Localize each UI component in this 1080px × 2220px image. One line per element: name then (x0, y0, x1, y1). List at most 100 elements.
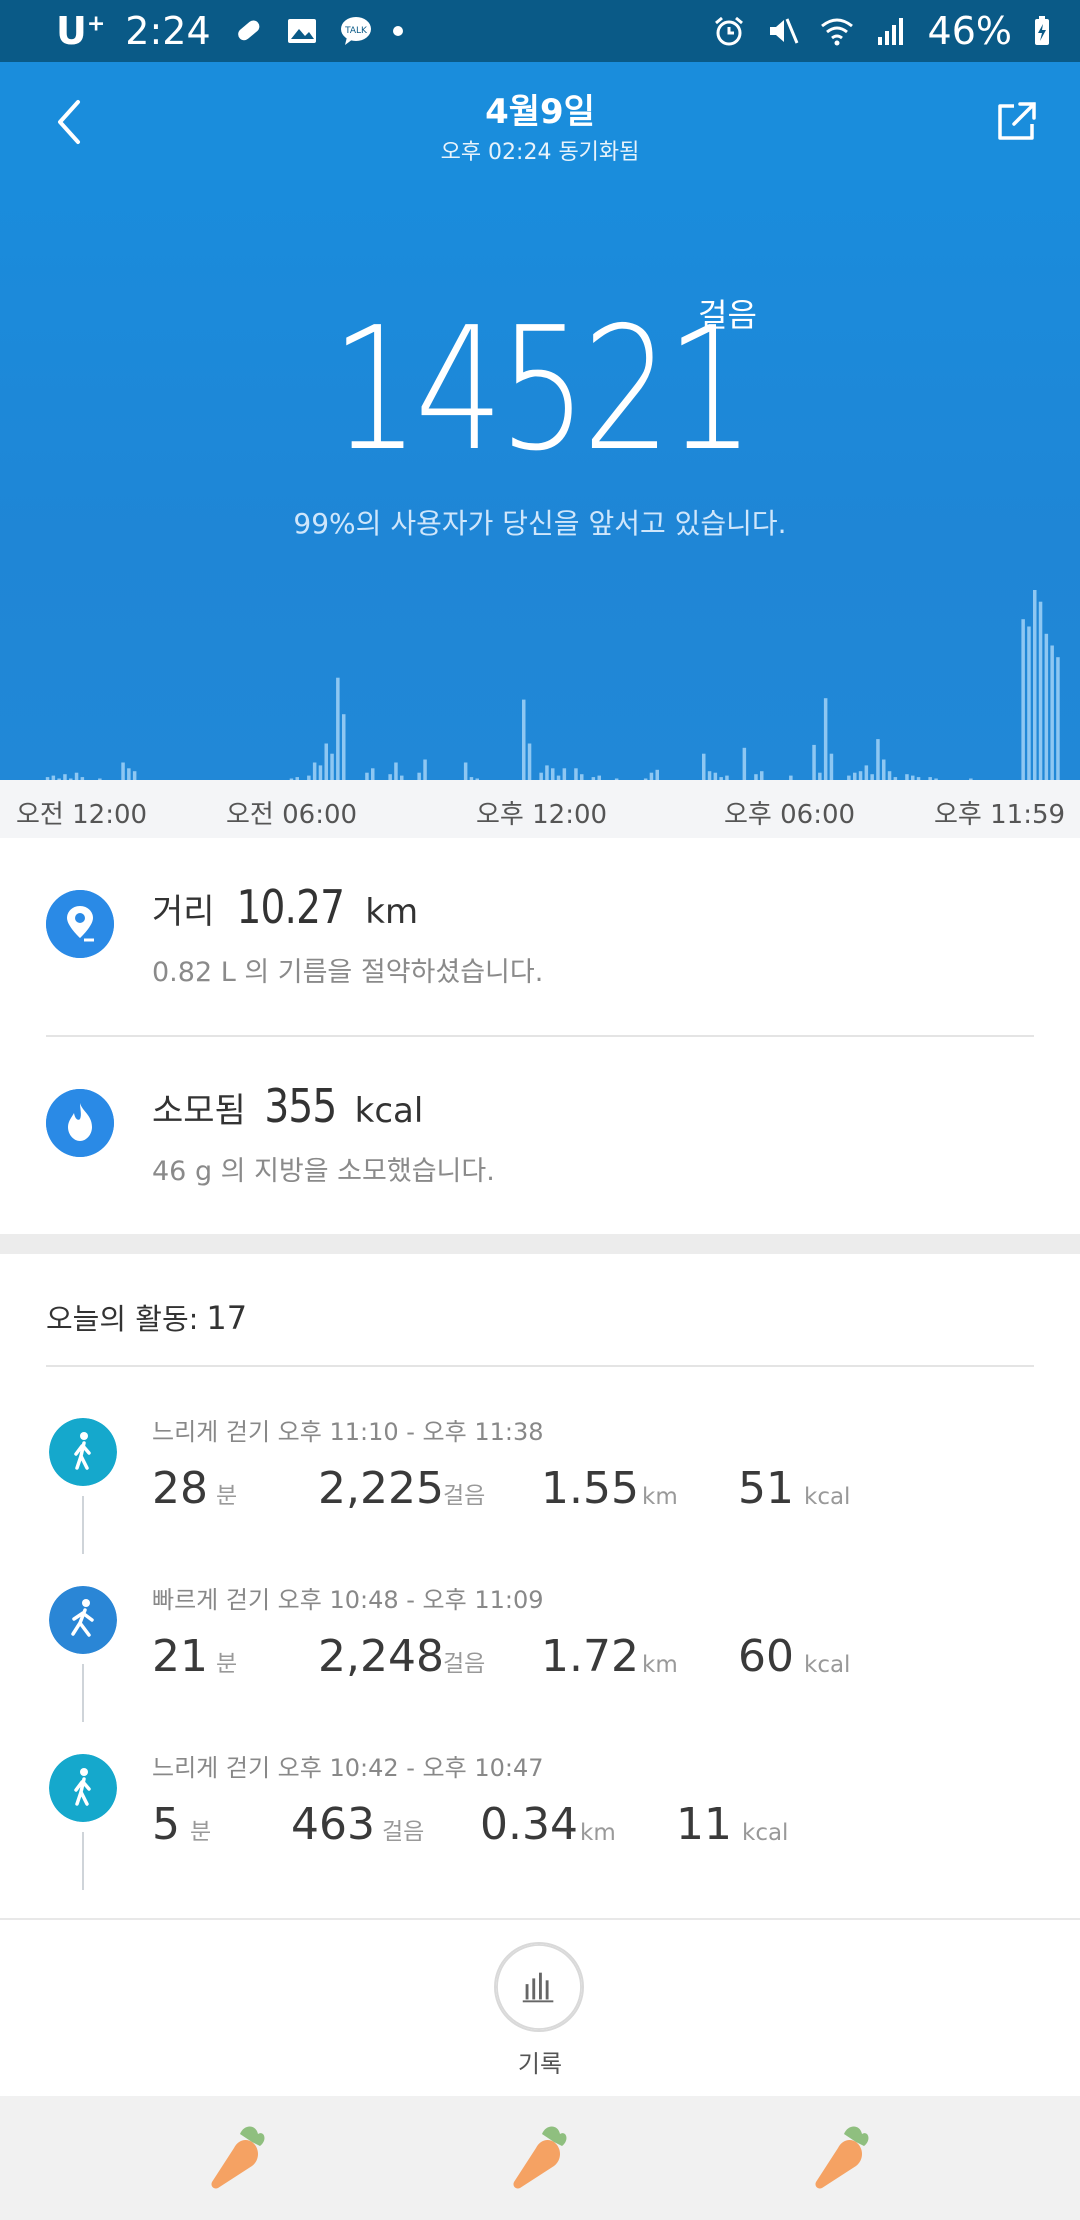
history-label[interactable]: 기록 (0, 2044, 1080, 2079)
share-icon[interactable] (994, 100, 1038, 144)
steps-count: 14521 (330, 291, 755, 489)
activities-header: 오늘의 활동: 17 (46, 1299, 248, 1337)
chart-bar (342, 714, 346, 780)
kcal-unit: kcal (804, 1652, 851, 1678)
steps-hero: 14521 걸음 99%의 사용자가 당신을 앞서고 있습니다. (0, 180, 1080, 780)
distance-value: 10.27 (236, 880, 345, 934)
page-title: 4월9일 (485, 92, 595, 132)
distance-label: 거리 (152, 892, 215, 932)
activity-time: 빠르게 걷기 오후 10:48 - 오후 11:09 (152, 1586, 544, 1614)
km-unit: km (642, 1652, 678, 1678)
chart-bar (1056, 657, 1060, 780)
activity-steps: 2,225 (318, 1463, 444, 1514)
chart-bar (551, 768, 555, 780)
section-separator (0, 1234, 1080, 1254)
activity-time: 느리게 걷기 오후 10:42 - 오후 10:47 (152, 1754, 544, 1782)
chart-bar (823, 698, 828, 780)
battery-percent: 46% (927, 9, 1012, 53)
chart-bar (858, 771, 863, 780)
activity-km: 1.55 (541, 1463, 639, 1514)
app-header: 4월9일 오후 02:24 동기화됨 (0, 62, 1080, 180)
notification-dot (392, 26, 403, 36)
activity-minutes: 5 (152, 1799, 180, 1850)
axis-tick: 오후 06:00 (724, 800, 856, 830)
minutes-unit: 분 (216, 1483, 238, 1509)
chart-bar (713, 772, 718, 780)
chart-bar (1038, 601, 1043, 780)
chart-bar (330, 753, 334, 780)
chart-bar (545, 765, 549, 780)
chart-bar (318, 765, 323, 780)
chart-bar (121, 762, 125, 780)
chart-bar (1044, 633, 1049, 780)
steps-unit: 걸음 (443, 1483, 486, 1509)
minutes-unit: 분 (216, 1651, 238, 1677)
alarm-icon (714, 16, 743, 46)
chart-bar (1033, 590, 1037, 780)
chart-bar (853, 772, 857, 780)
activity-minutes: 21 (152, 1631, 208, 1682)
chart-bar (760, 771, 764, 780)
carrot-icon[interactable] (804, 2118, 884, 2198)
signal-icon (877, 18, 903, 45)
activity-item[interactable]: 느리게 걷기 오후 11:10 - 오후 11:38 28 분 2,225 걸음… (0, 1398, 1080, 1566)
chart-bar (527, 743, 532, 780)
steps-unit: 걸음 (382, 1819, 425, 1845)
chart-bar (702, 753, 706, 780)
activities-count: 17 (206, 1299, 248, 1337)
activity-item[interactable]: 느리게 걷기 오후 10:42 - 오후 10:47 5 분 463 걸음 0.… (0, 1734, 1080, 1902)
calories-note: 46 g 의 지방을 소모했습니다. (152, 1156, 495, 1187)
chart-bar (463, 762, 468, 780)
chart-bar (371, 768, 375, 780)
gallery-icon (287, 19, 316, 43)
chart-bar (394, 762, 398, 780)
status-bar: U+ 2:24 TALK 46% (0, 0, 1080, 62)
history-chart-icon[interactable] (494, 1942, 584, 2032)
chart-bar (423, 759, 427, 780)
kcal-unit: kcal (742, 1820, 789, 1846)
system-nav-bar (0, 2096, 1080, 2220)
timeline-connector (82, 1496, 84, 1554)
chart-bar (312, 762, 317, 780)
chart-bar (887, 771, 892, 780)
activity-steps: 463 (291, 1799, 375, 1850)
activity-item[interactable]: 빠르게 걷기 오후 10:48 - 오후 11:09 21 분 2,248 걸음… (0, 1566, 1080, 1734)
slow-walk-icon (49, 1418, 117, 1486)
chart-bar (876, 739, 880, 780)
distance-unit: km (365, 892, 419, 932)
chart-bar (812, 744, 816, 780)
chart-bar (324, 743, 328, 780)
steps-unit: 걸음 (698, 296, 757, 334)
chart-bar (365, 772, 369, 780)
distance-stat: 거리 10.27 km 0.82 L 의 기름을 절약하셨습니다. (0, 838, 1080, 1038)
chart-bar (1021, 619, 1025, 780)
chart-bar (1050, 645, 1054, 780)
chart-bar (882, 759, 886, 780)
hourly-steps-chart (45, 590, 1060, 780)
carrot-icon[interactable] (200, 2118, 280, 2198)
divider (0, 1918, 1080, 1920)
chart-bar (562, 768, 567, 780)
carrot-icon[interactable] (502, 2118, 582, 2198)
sync-status: 오후 02:24 동기화됨 (440, 140, 640, 165)
talk-icon: TALK (340, 17, 371, 45)
chart-bar (829, 753, 834, 780)
chart-bar (522, 699, 526, 780)
calories-unit: kcal (354, 1091, 424, 1131)
chart-bar (649, 772, 654, 780)
rank-text: 99%의 사용자가 당신을 앞서고 있습니다. (293, 507, 787, 540)
clock: 2:24 (125, 9, 211, 53)
chart-bar (742, 747, 747, 780)
wifi-icon (820, 18, 853, 46)
axis-tick: 오후 12:00 (476, 800, 608, 830)
chart-time-axis: 오전 12:00 오전 06:00 오후 12:00 오후 06:00 오후 1… (0, 780, 1080, 838)
divider (46, 1365, 1034, 1367)
svg-text:TALK: TALK (344, 26, 368, 36)
activity-minutes: 28 (152, 1463, 208, 1514)
chart-bar (127, 768, 131, 780)
chart-bar (707, 771, 712, 780)
activity-time: 느리게 걷기 오후 11:10 - 오후 11:38 (152, 1418, 544, 1446)
chart-bar (417, 772, 421, 780)
flame-icon (46, 1089, 114, 1157)
slow-walk-icon (49, 1754, 117, 1822)
